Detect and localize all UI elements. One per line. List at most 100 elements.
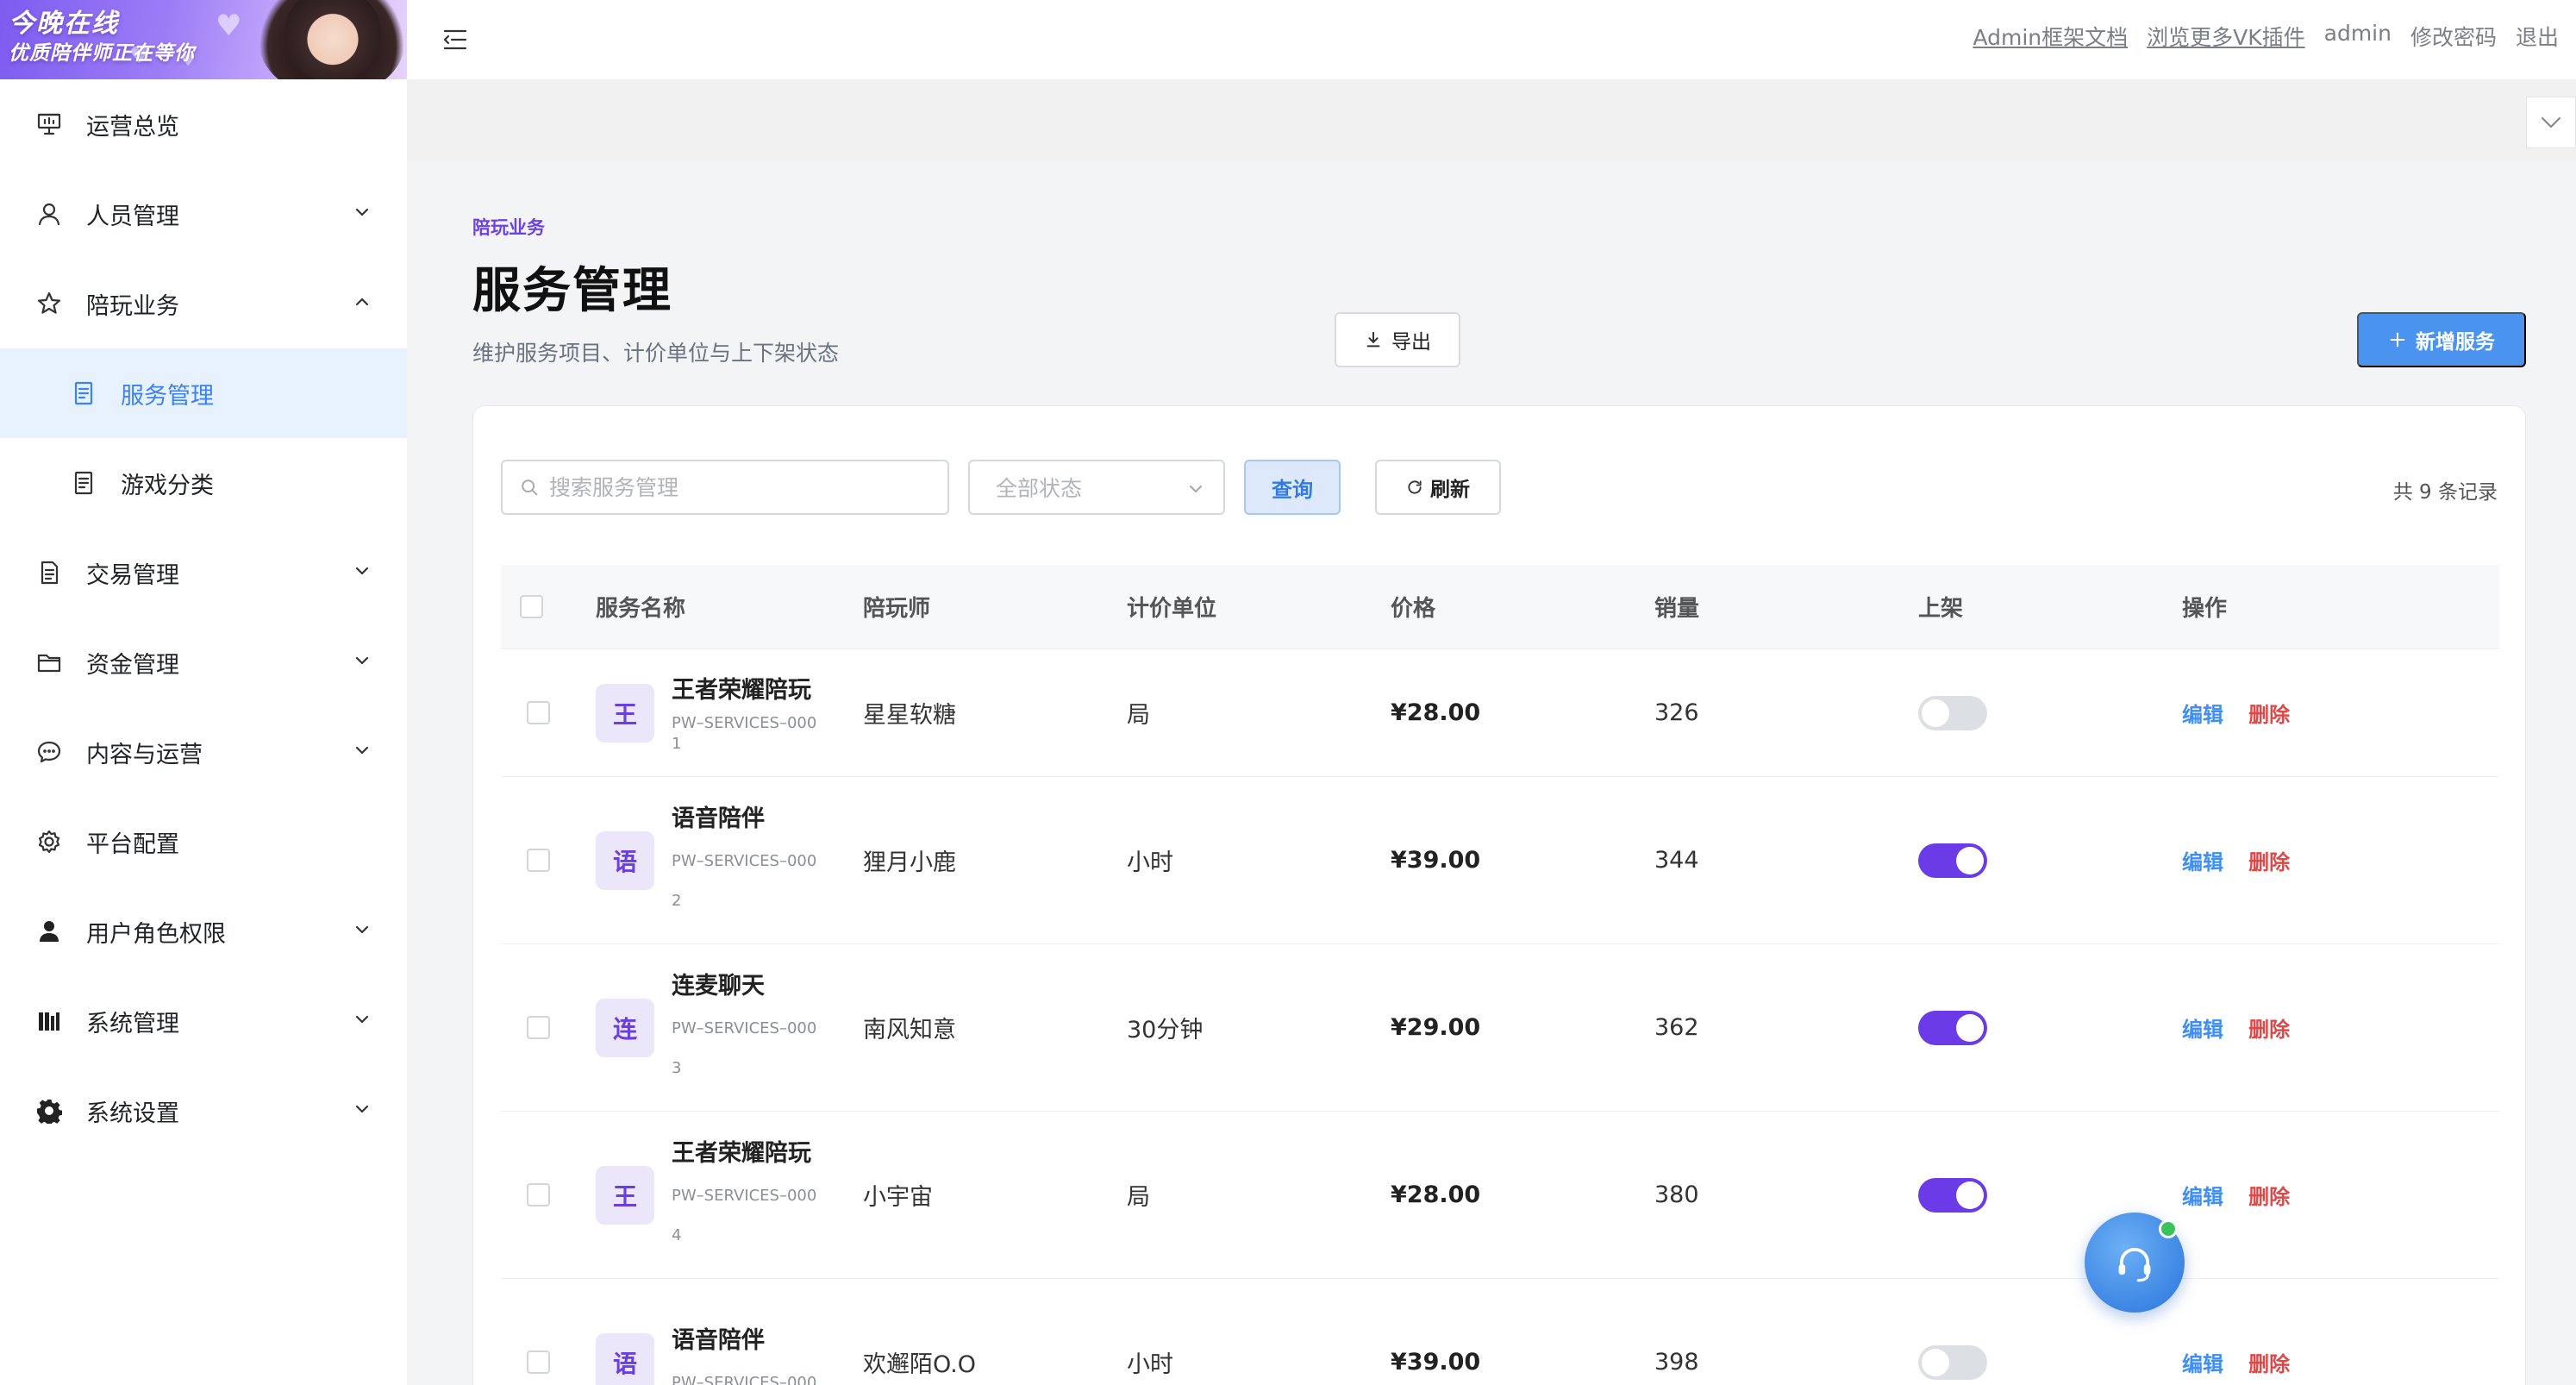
folder-icon: [34, 648, 64, 677]
search-box[interactable]: [501, 460, 949, 515]
sales-count: 326: [1654, 699, 1699, 726]
service-code: PW–SERVICES–0001: [672, 714, 817, 753]
column-header-name[interactable]: 服务名称: [596, 591, 863, 623]
chevron-up-icon: [355, 298, 369, 306]
edit-button[interactable]: 编辑: [2182, 850, 2223, 874]
service-avatar: 王: [596, 683, 654, 743]
sidebar-item-label: 交易管理: [86, 561, 179, 589]
refresh-icon: [1408, 480, 1422, 494]
document-icon: [34, 558, 64, 587]
sidebar-item-overview[interactable]: 运营总览: [0, 79, 407, 169]
table-row: 连 连麦聊天 PW–SERVICES–0003 南风知意 30分钟 ¥29.00…: [501, 944, 2499, 1112]
service-code: PW–SERVICES–0004: [672, 1187, 817, 1244]
logout-link[interactable]: 退出: [2516, 21, 2559, 52]
vk-plugins-link[interactable]: 浏览更多VK插件: [2147, 21, 2305, 52]
sidebar-menu: 运营总览 人员管理 陪玩业务 服务管理 游戏分类 交易管理 资金管理 内容与运营…: [0, 79, 407, 1156]
price: ¥29.00: [1391, 1014, 1481, 1041]
sidebar-item-label: 游戏分类: [121, 472, 214, 499]
column-header-unit[interactable]: 计价单位: [1127, 591, 1391, 623]
sidebar-item-system-settings[interactable]: 系统设置: [0, 1066, 407, 1156]
sidebar-item-label: 系统管理: [86, 1010, 179, 1037]
status-select[interactable]: 全部状态: [968, 460, 1225, 515]
query-button[interactable]: 查询: [1244, 460, 1341, 515]
sidebar-item-transactions[interactable]: 交易管理: [0, 528, 407, 617]
chevron-down-icon: [355, 656, 369, 665]
column-header-companion[interactable]: 陪玩师: [863, 591, 1127, 623]
on-shelf-toggle[interactable]: [1918, 695, 1987, 730]
change-password-link[interactable]: 修改密码: [2410, 21, 2497, 52]
row-checkbox[interactable]: [527, 701, 550, 724]
sidebar-item-game-category[interactable]: 游戏分类: [0, 438, 407, 528]
promo-banner[interactable]: ♥ ♥ ♥ 今晚在线 优质陪伴师正在等你: [0, 0, 407, 79]
sidebar-item-platform-config[interactable]: 平台配置: [0, 797, 407, 887]
username-menu[interactable]: admin: [2324, 21, 2392, 52]
service-code: PW–SERVICES–0002: [672, 852, 817, 910]
document-icon: [69, 379, 98, 408]
edit-button[interactable]: 编辑: [2182, 703, 2223, 727]
sidebar-item-companion-business[interactable]: 陪玩业务: [0, 259, 407, 348]
sidebar-item-label: 内容与运营: [86, 741, 203, 768]
on-shelf-toggle[interactable]: [1918, 1010, 1987, 1045]
delete-button[interactable]: 删除: [2248, 1352, 2290, 1376]
sidebar-item-label: 用户角色权限: [86, 920, 226, 948]
chevron-down-icon: [1189, 485, 1203, 493]
select-all-checkbox[interactable]: [520, 595, 543, 618]
row-checkbox[interactable]: [527, 1016, 550, 1039]
total-count: 共 9 条记录: [2392, 481, 2498, 504]
sidebar-item-funds[interactable]: 资金管理: [0, 617, 407, 707]
row-checkbox[interactable]: [527, 849, 550, 872]
column-header-actions: 操作: [2182, 596, 2228, 622]
column-header-sales[interactable]: 销量: [1654, 591, 1918, 623]
sidebar-item-label: 资金管理: [86, 651, 179, 679]
column-header-on-shelf[interactable]: 上架: [1918, 591, 2182, 623]
delete-button[interactable]: 删除: [2248, 850, 2290, 874]
person-filled-icon: [34, 917, 64, 946]
sidebar: ♥ ♥ ♥ 今晚在线 优质陪伴师正在等你 运营总览 人员管理 陪玩业务 服务管理…: [0, 0, 407, 1385]
menu-fold-icon[interactable]: [440, 24, 471, 55]
service-name: 王者荣耀陪玩: [672, 677, 811, 704]
refresh-button[interactable]: 刷新: [1375, 460, 1501, 515]
sidebar-item-label: 运营总览: [86, 113, 179, 141]
export-label: 导出: [1391, 330, 1431, 353]
search-input[interactable]: [549, 474, 928, 500]
tabs-dropdown-button[interactable]: [2526, 97, 2576, 148]
edit-button[interactable]: 编辑: [2182, 1018, 2223, 1042]
admin-docs-link[interactable]: Admin框架文档: [1973, 21, 2128, 52]
table-row: 语 语音陪伴 PW–SERVICES–0002 狸月小鹿 小时 ¥39.00 3…: [501, 777, 2499, 944]
on-shelf-toggle[interactable]: [1918, 1177, 1987, 1213]
chevron-down-icon: [355, 1105, 369, 1113]
delete-button[interactable]: 删除: [2248, 703, 2290, 727]
sidebar-item-user-roles[interactable]: 用户角色权限: [0, 887, 407, 976]
sidebar-item-content-ops[interactable]: 内容与运营: [0, 707, 407, 797]
sidebar-item-service-management[interactable]: 服务管理: [0, 348, 407, 438]
on-shelf-toggle[interactable]: [1918, 843, 1987, 878]
breadcrumb[interactable]: 陪玩业务: [472, 214, 545, 240]
sales-count: 362: [1654, 1014, 1699, 1041]
row-checkbox[interactable]: [527, 1183, 550, 1206]
table-row: 王 王者荣耀陪玩 PW–SERVICES–0001 星星软糖 局 ¥28.00 …: [501, 649, 2499, 777]
edit-button[interactable]: 编辑: [2182, 1352, 2223, 1376]
table-header: 服务名称 陪玩师 计价单位 价格 销量 上架 操作: [501, 565, 2499, 649]
edit-button[interactable]: 编辑: [2182, 1185, 2223, 1209]
row-checkbox[interactable]: [527, 1351, 550, 1374]
column-header-price[interactable]: 价格: [1391, 591, 1654, 623]
banner-portrait: [284, 0, 381, 79]
chevron-down-icon: [355, 567, 369, 575]
delete-button[interactable]: 删除: [2248, 1018, 2290, 1042]
chevron-down-icon: [355, 746, 369, 755]
pricing-unit: 30分钟: [1127, 1017, 1204, 1043]
export-button[interactable]: 导出: [1335, 312, 1460, 367]
sales-count: 380: [1654, 1181, 1699, 1208]
chevron-down-icon: [2541, 116, 2561, 128]
add-service-button[interactable]: 新增服务: [2357, 312, 2526, 367]
sidebar-item-label: 陪玩业务: [86, 292, 179, 320]
main-content: 陪玩业务 服务管理 维护服务项目、计价单位与上下架状态 导出 新增服务 全部状态…: [422, 164, 2576, 1385]
chevron-down-icon: [355, 208, 369, 216]
sidebar-item-staff[interactable]: 人员管理: [0, 169, 407, 259]
delete-button[interactable]: 删除: [2248, 1185, 2290, 1209]
price: ¥28.00: [1391, 1181, 1481, 1208]
service-name: 语音陪伴: [672, 1327, 765, 1354]
sidebar-item-system-management[interactable]: 系统管理: [0, 976, 407, 1066]
on-shelf-toggle[interactable]: [1918, 1344, 1987, 1380]
document-icon: [69, 468, 98, 498]
